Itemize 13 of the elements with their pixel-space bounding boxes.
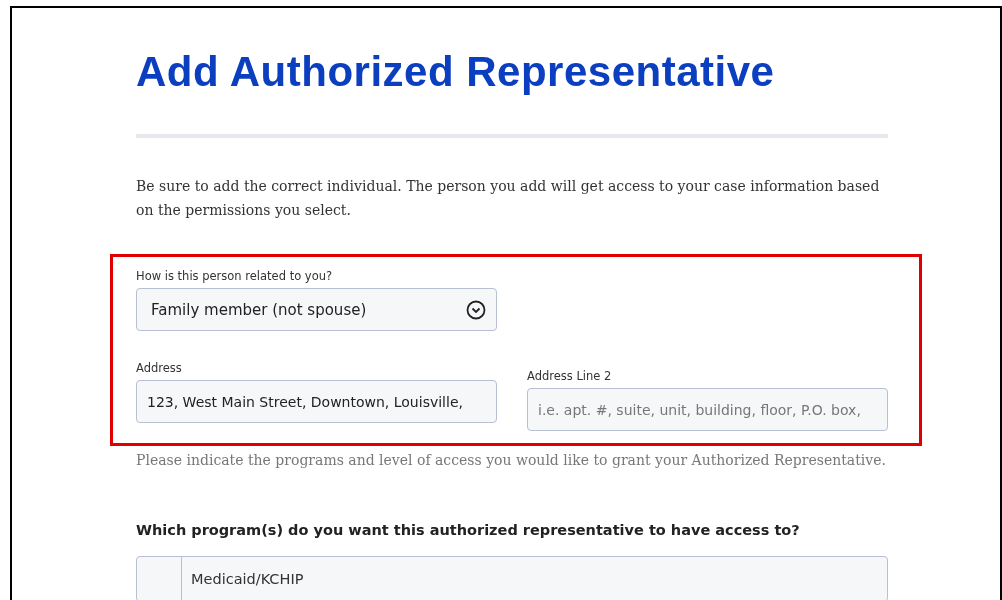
field-label: Address Line 2 — [527, 369, 612, 384]
field-label: Address — [136, 361, 182, 376]
relationship-select[interactable]: Family member (not spouse) — [136, 288, 497, 332]
chevron-down-icon — [466, 299, 486, 320]
program-option[interactable]: Medicaid/KCHIP — [136, 556, 888, 600]
programs-question: Which program(s) do you want this authorized representative to have access to? — [136, 522, 800, 539]
field-label: How is this person related to you? — [136, 269, 333, 284]
programs-note: Please indicate the programs and level of access you would like to grant your Authorized Representative. — [136, 451, 886, 471]
address-field[interactable]: 123, West Main Street, Downtown, Louisville, — [136, 380, 497, 424]
program-label: Medicaid/KCHIP — [191, 571, 304, 588]
intro-text: Be sure to add the correct individual. The person you add will get access to your case information based on the permissions you select. — [136, 177, 881, 221]
page-title: Add Authorized Representative — [136, 48, 775, 97]
address-line-2-field[interactable]: i.e. apt. #, suite, unit, building, floor, P.O. box, — [527, 388, 888, 432]
